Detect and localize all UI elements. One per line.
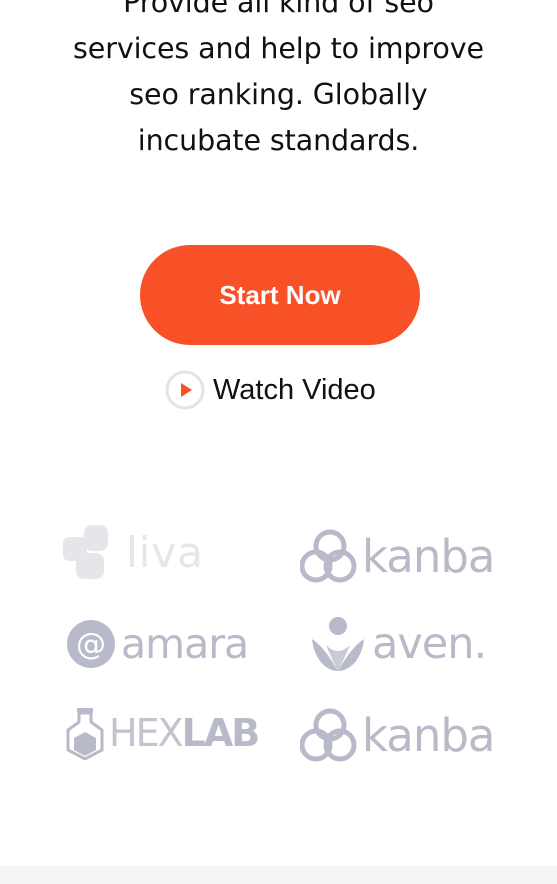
liva-flower-icon	[63, 525, 108, 579]
amara-wordmark: amara	[121, 620, 249, 668]
amara-logo: @ amara	[65, 617, 249, 671]
hero-line: services and help to improve	[73, 32, 484, 65]
hexlab-logo: HEX LAB	[65, 706, 261, 760]
svg-text:@: @	[76, 627, 106, 662]
hero-line: incubate standards.	[137, 124, 420, 157]
hexlab-wordmark-hex: HEX	[109, 711, 184, 755]
start-now-button[interactable]: Start Now	[140, 245, 420, 345]
aven-wordmark: aven.	[372, 619, 487, 669]
liva-logo: liva	[60, 523, 204, 581]
kanba-knot-icon	[300, 529, 357, 583]
aven-lotus-icon	[312, 617, 364, 671]
liva-wordmark: liva	[126, 527, 204, 577]
watch-video-label: Watch Video	[213, 373, 376, 406]
watch-video-link[interactable]: Watch Video	[165, 370, 376, 410]
kanba-wordmark: kanba	[362, 529, 496, 583]
kanba-logo: kanba	[300, 528, 496, 584]
play-icon	[165, 370, 205, 410]
hero-line: Provide all kind of seo	[123, 0, 434, 19]
kanba-knot-icon	[300, 708, 357, 762]
hexlab-wordmark-lab: LAB	[181, 711, 261, 755]
hexlab-flask-icon	[66, 708, 104, 760]
amara-at-icon: @	[67, 620, 115, 668]
hero-line: seo ranking. Globally	[129, 78, 428, 111]
footer-edge	[0, 866, 557, 884]
kanba-wordmark: kanba	[362, 708, 496, 762]
hero-description: Provide all kind of seo services and hel…	[0, 0, 557, 164]
kanba-logo-2: kanba	[300, 707, 496, 763]
aven-logo: aven.	[310, 615, 487, 673]
